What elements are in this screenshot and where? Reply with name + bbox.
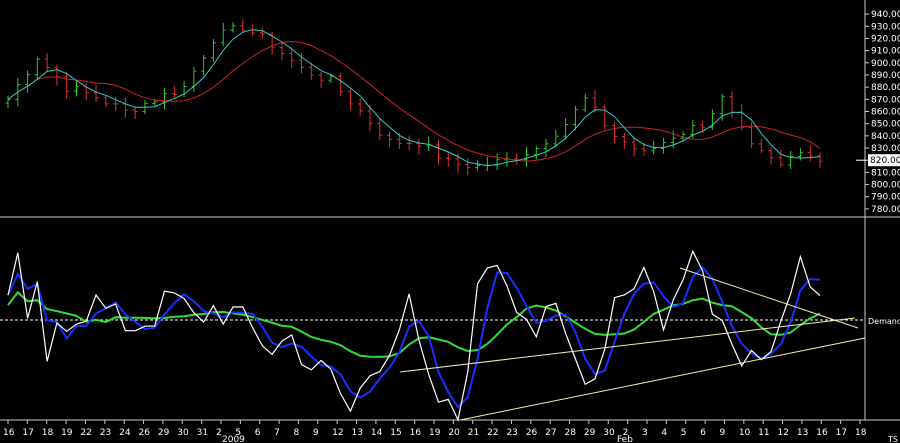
price-tick-label: 890.00	[871, 71, 900, 81]
time-tick-label: 11	[758, 428, 769, 438]
price-tick-label: 830.00	[871, 144, 900, 154]
time-tick-label: 29	[584, 428, 596, 438]
price-tick-label: 780.00	[871, 205, 900, 215]
time-tick-label: 9	[719, 428, 725, 438]
time-tick-label: 12	[332, 428, 343, 438]
time-tick-label: 22	[487, 428, 498, 438]
time-tick-label: 30	[177, 428, 189, 438]
price-tick-label: 920.00	[871, 34, 900, 44]
year-label: 2009	[222, 435, 245, 443]
time-tick-label: 28	[565, 428, 577, 438]
time-tick-label: 8	[293, 428, 299, 438]
price-tick-label: 900.00	[871, 59, 900, 69]
price-tick-label: 840.00	[871, 132, 900, 142]
price-tick-label: 940.00	[871, 10, 900, 20]
time-tick-label: 27	[545, 428, 556, 438]
time-tick-label: 6	[255, 428, 261, 438]
last-price-label: 820.00	[870, 156, 900, 166]
chart-canvas: 780.00 790.00 800.00 810.00 820.00 830.00 840.…	[0, 0, 900, 443]
time-tick-label: 23	[506, 428, 517, 438]
price-tick-label: 870.00	[871, 95, 900, 105]
time-tick-label: 26	[139, 428, 151, 438]
price-tick-label: 810.00	[871, 168, 900, 178]
time-tick-label: 16	[3, 428, 15, 438]
price-tick-label: 910.00	[871, 47, 900, 57]
time-tick-label: 7	[274, 428, 280, 438]
time-tick-label: 12	[778, 428, 789, 438]
time-tick-label: 6	[700, 428, 706, 438]
time-tick-label: 24	[119, 428, 131, 438]
time-tick-label: 16	[816, 428, 828, 438]
chart-background	[0, 0, 900, 443]
time-tick-label: 19	[61, 428, 73, 438]
demand-line-label: Demand	[868, 317, 900, 326]
time-tick-label: 5	[681, 428, 687, 438]
time-tick-label: 23	[100, 428, 111, 438]
corner-label: TS	[887, 435, 898, 443]
time-tick-label: 19	[429, 428, 441, 438]
time-tick-label: 17	[22, 428, 33, 438]
time-tick-label: 31	[197, 428, 208, 438]
price-tick-label: 800.00	[871, 181, 900, 191]
time-tick-label: 2	[216, 428, 222, 438]
time-tick-label: 10	[739, 428, 751, 438]
time-tick-label: 15	[390, 428, 401, 438]
time-tick-label: 21	[468, 428, 479, 438]
price-tick-label: 930.00	[871, 22, 900, 32]
time-tick-label: 20	[448, 428, 460, 438]
price-tick-label: 850.00	[871, 120, 900, 130]
time-tick-label: 9	[313, 428, 319, 438]
time-tick-label: 18	[855, 428, 867, 438]
time-tick-label: 13	[352, 428, 363, 438]
month-label: Feb	[617, 435, 633, 443]
price-tick-label: 860.00	[871, 108, 900, 118]
time-tick-label: 17	[836, 428, 847, 438]
time-tick-label: 30	[603, 428, 615, 438]
time-tick-label: 22	[80, 428, 91, 438]
time-tick-label: 18	[42, 428, 54, 438]
time-tick-label: 29	[158, 428, 170, 438]
price-tick-label: 880.00	[871, 83, 900, 93]
time-tick-label: 26	[526, 428, 538, 438]
time-tick-label: 14	[371, 428, 383, 438]
time-tick-label: 13	[797, 428, 808, 438]
time-tick-label: 4	[661, 428, 667, 438]
time-tick-label: 3	[642, 428, 648, 438]
price-tick-label: 790.00	[871, 193, 900, 203]
time-tick-label: 16	[410, 428, 422, 438]
